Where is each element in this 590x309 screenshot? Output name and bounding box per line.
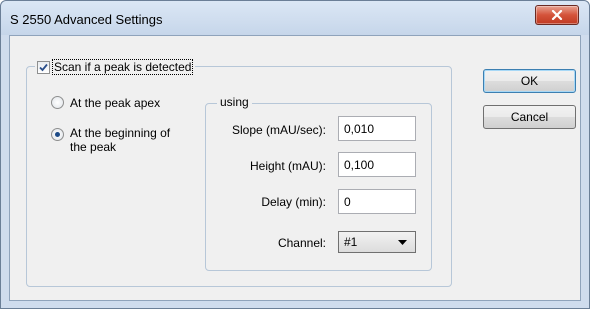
channel-select-value: #1	[344, 235, 358, 249]
height-label: Height (mAU):	[249, 159, 326, 173]
radio-peak-beginning[interactable]: At the beginning of the peak	[51, 126, 170, 154]
checkmark-icon	[39, 63, 48, 71]
title-bar[interactable]: S 2550 Advanced Settings	[1, 1, 589, 35]
radio-button[interactable]	[51, 96, 64, 109]
radio-peak-apex[interactable]: At the peak apex	[51, 96, 160, 110]
radio-label-line1: At the beginning of	[70, 126, 171, 140]
radio-button-selected[interactable]	[51, 128, 64, 141]
height-input[interactable]	[338, 152, 416, 177]
delay-input[interactable]	[338, 189, 416, 214]
channel-label: Channel:	[277, 236, 326, 250]
delay-label: Delay (min):	[261, 195, 326, 209]
scan-group-legend: Scan if a peak is detected	[35, 58, 196, 76]
channel-select[interactable]: #1	[338, 231, 416, 253]
slope-input[interactable]	[338, 116, 416, 141]
ok-button[interactable]: OK	[483, 69, 576, 93]
cancel-button[interactable]: Cancel	[483, 105, 576, 129]
scan-checkbox[interactable]	[37, 60, 50, 74]
scan-checkbox-label[interactable]: Scan if a peak is detected	[51, 59, 194, 75]
radio-label-line2: the peak	[70, 140, 117, 154]
close-button[interactable]	[535, 5, 579, 25]
slope-label: Slope (mAU/sec):	[231, 123, 326, 137]
chevron-down-icon	[398, 240, 407, 245]
radio-label: At the beginning of the peak	[70, 126, 170, 154]
using-group-legend: using	[217, 95, 252, 109]
window-title: S 2550 Advanced Settings	[10, 12, 163, 27]
radio-label: At the peak apex	[70, 96, 161, 110]
close-icon	[551, 10, 563, 20]
